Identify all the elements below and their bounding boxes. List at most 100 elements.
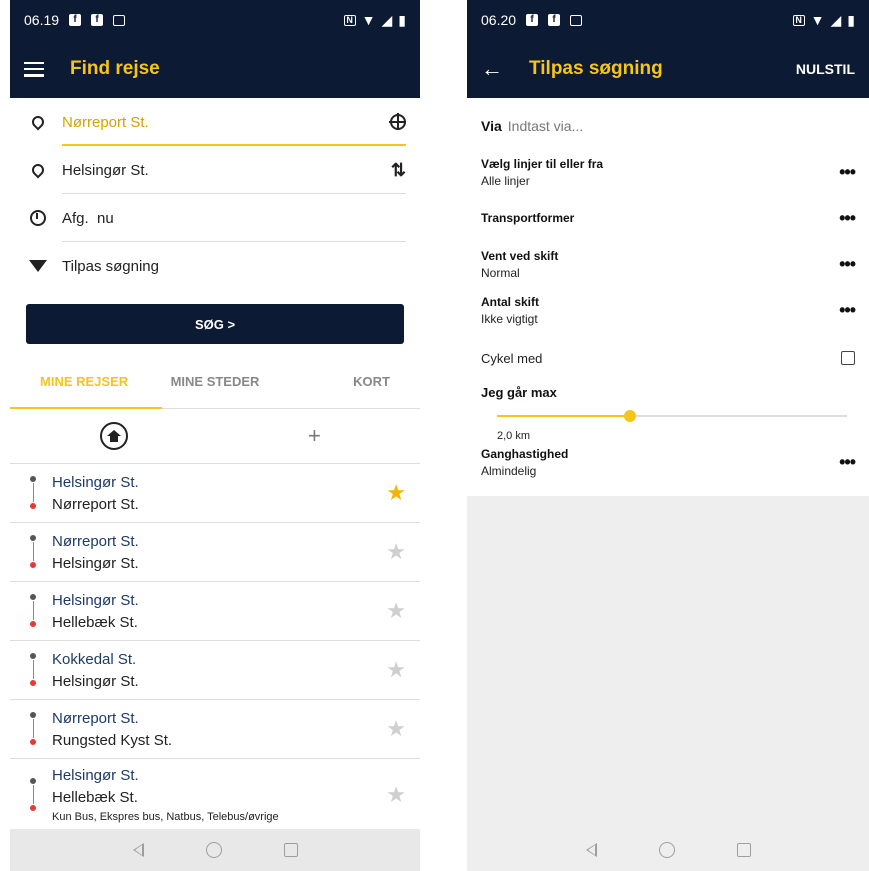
options-panel: Via Indtast via... Vælg linjer til eller… [467,98,869,482]
trip-to: Rungsted Kyst St. [52,731,173,749]
route-icon [26,778,40,812]
option-label: Transportformer [481,211,575,225]
clock-icon [30,210,46,226]
from-field[interactable]: Nørreport St. [26,98,406,146]
via-label: Via [481,118,502,134]
active-tab-indicator [10,407,162,409]
star-icon[interactable]: ★ [386,541,406,563]
walk-distance-value: 2,0 km [497,430,531,442]
bike-checkbox[interactable] [841,351,855,365]
tab-my-places[interactable]: MINE STEDER [157,368,274,408]
route-icon [26,653,40,687]
search-button[interactable]: SØG > [26,304,404,344]
quick-actions: + [10,409,420,464]
system-nav-bar [467,829,869,871]
nfc-icon: N [343,14,356,26]
option-lines[interactable]: Vælg linjer til eller fra Alle linjer ••• [481,150,856,194]
trip-to: Hellebæk St. [52,789,138,806]
more-icon[interactable]: ••• [839,163,856,181]
star-icon[interactable]: ★ [386,482,406,504]
to-value[interactable]: Helsingør St. [62,162,149,179]
reset-button[interactable]: NULSTIL [796,61,855,77]
nav-recents-icon[interactable] [736,843,751,857]
trip-from: Nørreport St. [52,709,139,727]
status-bar: 06.20 f f N ▼ ◢ ▮ [467,0,869,40]
trip-to: Nørreport St. [52,495,139,513]
to-field[interactable]: Helsingør St. ⇅ [26,146,406,194]
app-bar: ← Tilpas søgning NULSTIL [467,40,869,98]
mail-icon [113,14,126,26]
current-location-icon[interactable] [389,113,406,130]
signal-icon: ◢ [830,11,842,28]
route-icon [26,476,40,510]
option-label: Antal skift [481,294,540,309]
list-item[interactable]: Nørreport St. Rungsted Kyst St. ★ [10,700,420,759]
star-icon[interactable]: ★ [386,600,406,622]
nav-back-icon[interactable] [132,843,144,857]
customize-search-screen: 06.20 f f N ▼ ◢ ▮ ← Tilpas søgning NULST… [467,0,869,871]
nav-home-icon[interactable] [658,842,675,858]
home-button[interactable] [100,422,128,450]
list-item[interactable]: Helsingør St. Hellebæk St. ★ [10,582,420,641]
back-arrow-icon[interactable]: ← [481,58,503,80]
home-icon [107,430,121,442]
time-field[interactable]: Afg. nu [26,194,406,242]
battery-icon: ▮ [398,11,406,28]
add-icon[interactable]: + [308,423,321,449]
system-nav-bar [10,829,420,871]
trip-to: Helsingør St. [52,672,139,690]
customize-search-row[interactable]: Tilpas søgning [26,242,406,290]
time-label: Afg. [62,209,89,227]
mail-icon [570,14,583,26]
more-icon[interactable]: ••• [839,301,856,319]
more-icon[interactable]: ••• [839,209,856,227]
option-label: Cykel med [481,350,543,366]
more-icon[interactable]: ••• [839,255,856,273]
clock-text: 06.20 [481,12,517,28]
option-speed[interactable]: Ganghastighed Almindelig ••• [481,442,856,482]
list-item[interactable]: Nørreport St. Helsingør St. ★ [10,523,420,582]
star-icon[interactable]: ★ [386,784,406,806]
route-icon [26,535,40,569]
location-pin-icon [29,161,47,179]
page-title: Find rejse [70,58,160,79]
star-icon[interactable]: ★ [386,718,406,740]
facebook-icon: f [548,14,561,26]
from-value[interactable]: Nørreport St. [62,114,149,131]
swap-icon[interactable]: ⇅ [391,160,406,181]
time-value: nu [97,209,114,227]
list-item[interactable]: Helsingør St. Nørreport St. ★ [10,464,420,523]
battery-icon: ▮ [847,11,855,28]
option-value: Alle linjer [481,173,530,188]
page-title: Tilpas søgning [529,58,663,79]
location-pin-icon [29,113,47,131]
option-changes[interactable]: Antal skift Ikke vigtigt ••• [481,286,856,334]
trip-note: Kun Bus, Ekspres bus, Natbus, Telebus/øv… [52,811,279,823]
nfc-icon: N [792,14,805,26]
via-field[interactable]: Via Indtast via... [481,106,869,146]
more-icon[interactable]: ••• [839,453,856,471]
option-label: Ganghastighed [481,446,569,461]
slider-thumb[interactable] [624,410,636,422]
option-transport[interactable]: Transportformer ••• [481,194,856,242]
route-icon [26,712,40,746]
walk-distance-slider[interactable] [497,408,847,424]
app-bar: Find rejse [10,40,420,98]
option-value: Almindelig [481,463,537,478]
nav-home-icon[interactable] [205,842,222,858]
option-bike[interactable]: Cykel med [481,334,855,382]
star-icon[interactable]: ★ [386,659,406,681]
menu-icon[interactable] [24,61,44,77]
trip-from: Kokkedal St. [52,650,137,668]
nav-recents-icon[interactable] [283,843,298,857]
list-item[interactable]: Helsingør St. Hellebæk St. Kun Bus, Ekspre… [10,759,420,832]
list-item[interactable]: Kokkedal St. Helsingør St. ★ [10,641,420,700]
trip-list: Helsingør St. Nørreport St. ★ Nørreport S… [10,464,420,832]
tab-map[interactable]: KORT [273,368,420,408]
option-wait[interactable]: Vent ved skift Normal ••• [481,242,856,286]
facebook-icon: f [91,14,104,26]
nav-back-icon[interactable] [585,843,597,857]
via-input[interactable]: Indtast via... [508,118,583,134]
tab-bar: MINE REJSER MINE STEDER KORT [10,368,420,409]
tab-my-journeys[interactable]: MINE REJSER [10,368,157,408]
